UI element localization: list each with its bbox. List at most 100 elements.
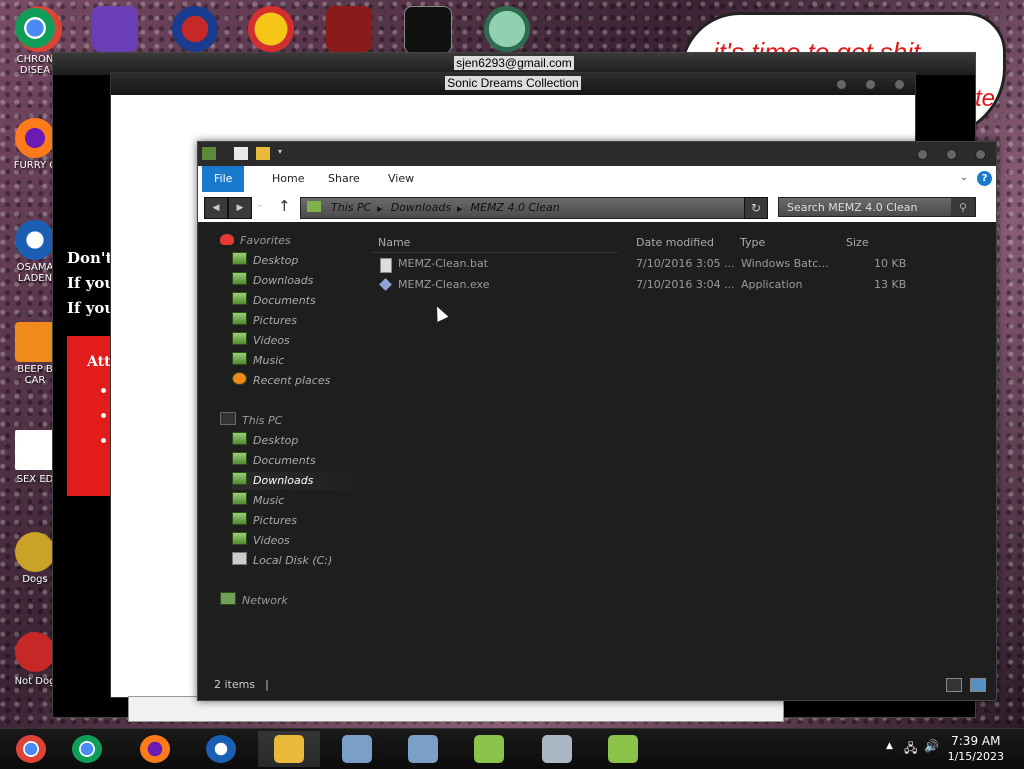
sonic-titlebar[interactable]: Sonic Dreams Collection	[111, 73, 915, 95]
taskbar: ▲ 🖧 🔊 7:39 AM 1/15/2023	[0, 728, 1024, 769]
new-folder-icon[interactable]	[256, 147, 270, 160]
network-setup-icon	[342, 735, 372, 763]
details-view-button[interactable]	[946, 678, 962, 692]
tab-view[interactable]: View	[376, 166, 426, 192]
sidebar-item-local-disk[interactable]: Local Disk (C:)	[232, 552, 382, 570]
sidebar-item-pc-desktop[interactable]: Desktop	[232, 432, 382, 450]
vampire-app-icon[interactable]	[326, 6, 372, 52]
character-app-icon[interactable]	[484, 6, 530, 52]
taskbar-obama[interactable]	[190, 731, 252, 767]
command-prompt-icon[interactable]	[404, 6, 452, 54]
search-icon[interactable]: ⚲	[951, 198, 975, 216]
memz-panel-heading: Att	[87, 354, 111, 370]
sidebar-item-videos[interactable]: Videos	[232, 332, 382, 350]
close-button[interactable]	[975, 149, 986, 160]
forward-button[interactable]: ▶	[228, 197, 252, 219]
close-button[interactable]	[894, 79, 905, 90]
expand-ribbon-icon[interactable]: ⌄	[960, 172, 968, 183]
firefox-icon	[15, 118, 55, 158]
nav-network[interactable]: Network	[220, 592, 288, 610]
taskbar-chrome[interactable]	[56, 731, 118, 767]
search-input[interactable]: Search MEMZ 4.0 Clean ⚲	[778, 197, 976, 217]
column-header-size[interactable]: Size	[840, 234, 906, 252]
chevron-down-icon[interactable]: ▾	[278, 147, 286, 160]
taskbar-sonic-2[interactable]	[592, 731, 654, 767]
sidebar-item-music[interactable]: Music	[232, 352, 382, 370]
visual-studio-icon[interactable]	[92, 6, 138, 52]
batch-file-icon	[380, 258, 392, 273]
sidebar-item-pc-music[interactable]: Music	[232, 492, 382, 510]
network-status-icon[interactable]: 🖧	[904, 739, 917, 760]
table-row[interactable]: MEMZ-Clean.exe 7/10/2016 3:04 ... Applic…	[378, 275, 918, 295]
folder-icon	[202, 147, 216, 160]
firefox-icon	[140, 735, 170, 763]
tab-home[interactable]: Home	[260, 166, 316, 192]
taskbar-firefox[interactable]	[124, 731, 186, 767]
taskbar-sonic[interactable]	[458, 731, 520, 767]
app-2-icon[interactable]	[172, 6, 218, 52]
breadcrumb-memz[interactable]: MEMZ 4.0 Clean	[471, 201, 560, 214]
memz-window-title: sjen6293@gmail.com	[454, 56, 574, 70]
folder-icon	[307, 201, 321, 212]
videos-folder-icon	[232, 332, 247, 345]
refresh-button[interactable]: ↻	[744, 197, 768, 219]
taskbar-monitor[interactable]	[526, 731, 588, 767]
sidebar-item-recent-places[interactable]: Recent places	[232, 372, 382, 390]
minimize-button[interactable]	[836, 79, 847, 90]
p-app-icon[interactable]	[248, 6, 294, 52]
folder-icon	[274, 735, 304, 763]
taskbar-file-explorer[interactable]	[258, 731, 320, 767]
ribbon: File Home Share View ⌄ ?	[198, 166, 996, 192]
chrome-icon	[16, 735, 46, 763]
volume-icon[interactable]: 🔊	[924, 739, 939, 753]
disk-drive-icon	[232, 552, 247, 565]
address-bar[interactable]: This PC ▶ Downloads ▶ MEMZ 4.0 Clean	[300, 197, 768, 219]
sidebar-item-documents[interactable]: Documents	[232, 292, 382, 310]
up-arrow-icon[interactable]: ↑	[278, 197, 291, 215]
breadcrumb-downloads[interactable]: Downloads	[391, 201, 451, 214]
taskbar-network-setup[interactable]	[326, 731, 388, 767]
videos-folder-icon	[232, 532, 247, 545]
sidebar-item-downloads[interactable]: Downloads	[232, 272, 382, 290]
file-explorer-window[interactable]: ▾ File Home Share View ⌄ ? ◀ ▶ ⌄ ↑ This …	[197, 141, 997, 701]
dogs-app-icon	[15, 532, 55, 572]
clock[interactable]: 7:39 AM 1/15/2023	[948, 734, 1004, 764]
sidebar-item-pc-pictures[interactable]: Pictures	[232, 512, 382, 530]
sidebar-item-pictures[interactable]: Pictures	[232, 312, 382, 330]
breadcrumb-thispc[interactable]: This PC	[331, 201, 371, 214]
table-row[interactable]: MEMZ-Clean.bat 7/10/2016 3:05 ... Window…	[378, 254, 918, 274]
hx-icon	[15, 430, 55, 470]
tab-share[interactable]: Share	[316, 166, 372, 192]
file-name: MEMZ-Clean.bat	[398, 257, 488, 270]
chevron-right-icon[interactable]: ▶	[377, 205, 382, 213]
sidebar-item-pc-videos[interactable]: Videos	[232, 532, 382, 550]
chevron-right-icon[interactable]: ▶	[457, 205, 462, 213]
memz-text-line: If you	[67, 299, 116, 317]
nav-this-pc[interactable]: This PC	[220, 412, 282, 430]
computer-icon	[220, 412, 236, 425]
minimize-button[interactable]	[917, 149, 928, 160]
maximize-button[interactable]	[865, 79, 876, 90]
sidebar-item-desktop[interactable]: Desktop	[232, 252, 382, 270]
column-header-name[interactable]: Name	[372, 234, 618, 253]
mouse-cursor-icon	[431, 304, 449, 322]
sonic-app-icon	[608, 735, 638, 763]
pictures-folder-icon	[232, 312, 247, 325]
show-hidden-icons-icon[interactable]: ▲	[886, 741, 893, 751]
maximize-button[interactable]	[946, 149, 957, 160]
sidebar-item-pc-downloads[interactable]: Downloads	[232, 472, 382, 490]
help-icon[interactable]: ?	[977, 171, 992, 186]
taskbar-chrome-pinned[interactable]	[0, 731, 62, 767]
sidebar-item-pc-documents[interactable]: Documents	[232, 452, 382, 470]
taskbar-network-setup-2[interactable]	[392, 731, 454, 767]
tab-file[interactable]: File	[202, 166, 245, 192]
column-header-date[interactable]: Date modified	[630, 234, 726, 252]
recent-locations-icon[interactable]: ⌄	[256, 200, 264, 210]
large-icons-view-button[interactable]	[970, 678, 986, 692]
explorer-titlebar[interactable]: ▾	[198, 142, 996, 166]
documents-folder-icon	[232, 452, 247, 465]
back-button[interactable]: ◀	[204, 197, 228, 219]
properties-icon[interactable]	[234, 147, 248, 160]
column-header-type[interactable]: Type	[734, 234, 840, 252]
nav-favorites[interactable]: Favorites	[220, 232, 291, 250]
